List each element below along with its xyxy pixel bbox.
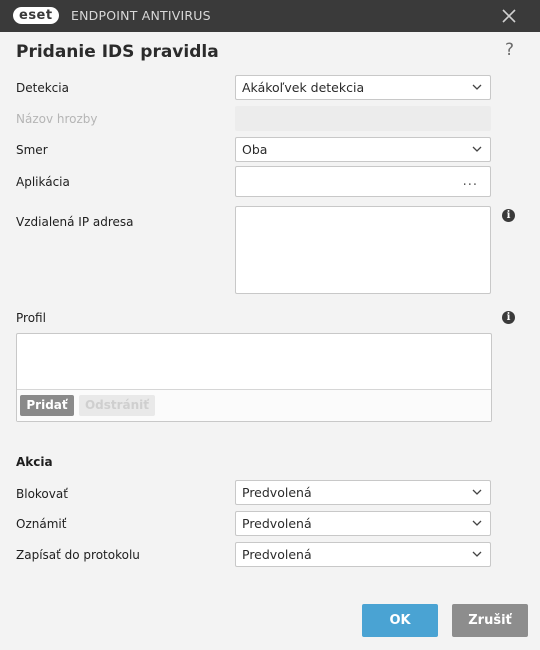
profile-toolbar: Pridať Odstrániť — [17, 389, 491, 421]
remote-ip-label: Vzdialená IP adresa — [16, 215, 134, 229]
detection-select[interactable]: Akákoľvek detekcia — [235, 75, 491, 100]
remote-ip-textarea[interactable] — [235, 206, 491, 294]
action-section-title: Akcia — [16, 455, 53, 469]
chevron-down-icon — [472, 520, 482, 526]
chevron-down-icon — [472, 146, 482, 152]
notify-label: Oznámiť — [16, 517, 67, 531]
chevron-down-icon — [472, 489, 482, 495]
title-bar: eset ENDPOINT ANTIVIRUS — [0, 0, 540, 32]
chevron-down-icon — [472, 551, 482, 557]
log-select[interactable]: Predvolená — [235, 542, 491, 567]
profile-label: Profil — [16, 311, 46, 325]
threat-name-label: Názov hrozby — [16, 112, 98, 126]
help-icon[interactable]: ? — [505, 40, 514, 60]
ok-button[interactable]: OK — [362, 604, 438, 637]
add-profile-button[interactable]: Pridať — [20, 395, 74, 416]
log-label: Zapísať do protokolu — [16, 548, 140, 562]
application-input[interactable]: ... — [235, 166, 491, 197]
block-label: Blokovať — [16, 487, 68, 501]
threat-name-input — [235, 106, 491, 131]
block-select[interactable]: Predvolená — [235, 480, 491, 505]
detection-label: Detekcia — [16, 81, 69, 95]
application-label: Aplikácia — [16, 175, 70, 189]
chevron-down-icon — [472, 84, 482, 90]
cancel-button[interactable]: Zrušiť — [452, 604, 528, 637]
close-icon[interactable] — [499, 6, 519, 26]
info-icon[interactable]: i — [502, 311, 515, 324]
notify-select[interactable]: Predvolená — [235, 511, 491, 536]
dialog-title: Pridanie IDS pravidla — [16, 42, 219, 62]
remove-profile-button: Odstrániť — [79, 395, 155, 416]
direction-label: Smer — [16, 143, 48, 157]
direction-select[interactable]: Oba — [235, 137, 491, 162]
info-icon[interactable]: i — [502, 209, 515, 222]
profile-list[interactable]: Pridať Odstrániť — [16, 333, 492, 422]
eset-logo: eset — [13, 7, 59, 24]
product-name: ENDPOINT ANTIVIRUS — [71, 8, 211, 23]
browse-button[interactable]: ... — [463, 174, 478, 189]
